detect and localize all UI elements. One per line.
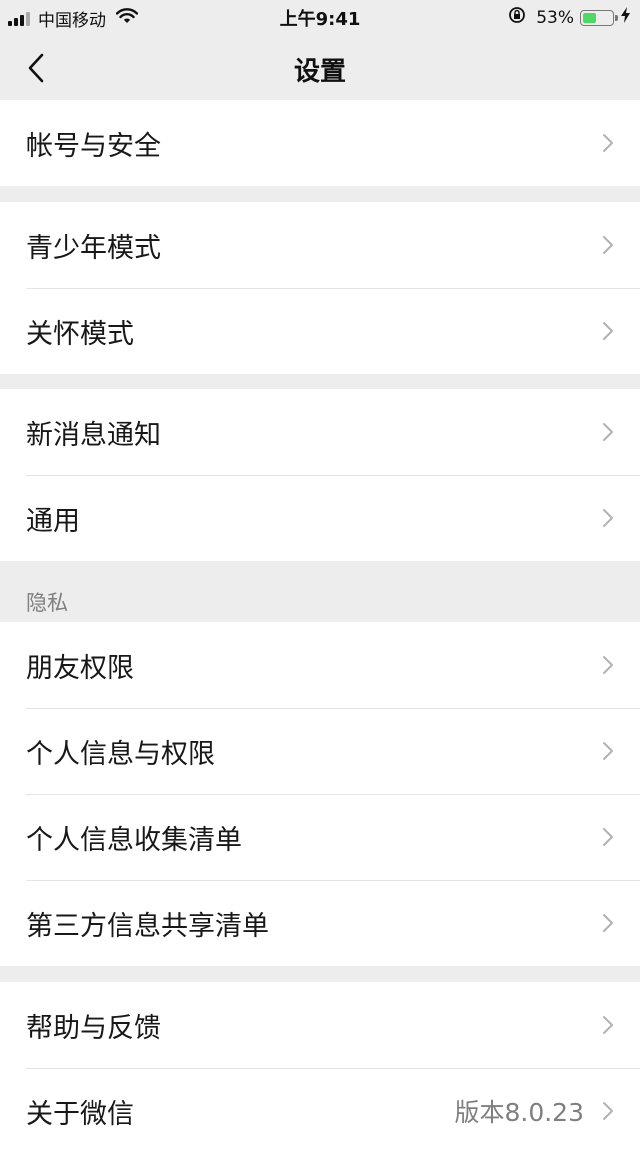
settings-item-label: 朋友权限	[26, 652, 134, 684]
status-right: 53%	[508, 6, 630, 29]
settings-group-privacy: 朋友权限 个人信息与权限 个人信息收集清单 第三方信息共享清单	[0, 622, 640, 966]
settings-group-about: 帮助与反馈 关于微信 版本8.0.23	[0, 982, 640, 1154]
settings-item-label: 青少年模式	[26, 232, 161, 264]
settings-item-label: 关于微信	[26, 1098, 134, 1130]
settings-item-label: 通用	[26, 505, 80, 537]
chevron-right-icon	[603, 236, 613, 254]
chevron-right-icon	[603, 828, 613, 846]
status-bar: 中国移动 上午9:41 53%	[0, 0, 640, 34]
settings-item-personal-info-permissions[interactable]: 个人信息与权限	[0, 708, 640, 794]
chevron-right-icon	[603, 914, 613, 932]
settings-item-friend-permissions[interactable]: 朋友权限	[0, 622, 640, 708]
chevron-right-icon	[603, 423, 613, 441]
settings-item-about-wechat[interactable]: 关于微信 版本8.0.23	[0, 1068, 640, 1154]
settings-item-label: 帐号与安全	[26, 130, 161, 162]
settings-item-label: 新消息通知	[26, 419, 161, 451]
navigation-bar: 设置	[0, 34, 640, 100]
section-header-privacy: 隐私	[26, 591, 68, 615]
settings-group-modes: 青少年模式 关怀模式	[0, 202, 640, 374]
chevron-right-icon	[603, 322, 613, 340]
charging-icon	[621, 7, 630, 28]
settings-item-info-collection-list[interactable]: 个人信息收集清单	[0, 794, 640, 880]
settings-item-account-security[interactable]: 帐号与安全	[0, 100, 640, 186]
settings-item-label: 关怀模式	[26, 318, 134, 350]
chevron-right-icon	[603, 134, 613, 152]
settings-item-help-feedback[interactable]: 帮助与反馈	[0, 982, 640, 1068]
version-value: 版本8.0.23	[454, 1098, 584, 1127]
chevron-right-icon	[603, 1102, 613, 1120]
chevron-right-icon	[603, 742, 613, 760]
battery-percent: 53%	[536, 7, 574, 28]
settings-group-general: 新消息通知 通用	[0, 389, 640, 561]
chevron-right-icon	[603, 509, 613, 527]
settings-item-general[interactable]: 通用	[0, 475, 640, 561]
settings-item-third-party-sharing-list[interactable]: 第三方信息共享清单	[0, 880, 640, 966]
settings-item-label: 个人信息与权限	[26, 738, 215, 770]
settings-item-notifications[interactable]: 新消息通知	[0, 389, 640, 475]
chevron-right-icon	[603, 656, 613, 674]
settings-item-care-mode[interactable]: 关怀模式	[0, 288, 640, 374]
settings-item-label: 个人信息收集清单	[26, 824, 242, 856]
battery-icon	[580, 9, 618, 26]
page-title: 设置	[293, 57, 346, 87]
settings-item-label: 帮助与反馈	[26, 1012, 161, 1044]
chevron-right-icon	[603, 1016, 613, 1034]
orientation-lock-icon	[508, 6, 526, 29]
settings-item-label: 第三方信息共享清单	[26, 910, 269, 942]
settings-item-teen-mode[interactable]: 青少年模式	[0, 202, 640, 288]
settings-group-account: 帐号与安全	[0, 100, 640, 186]
